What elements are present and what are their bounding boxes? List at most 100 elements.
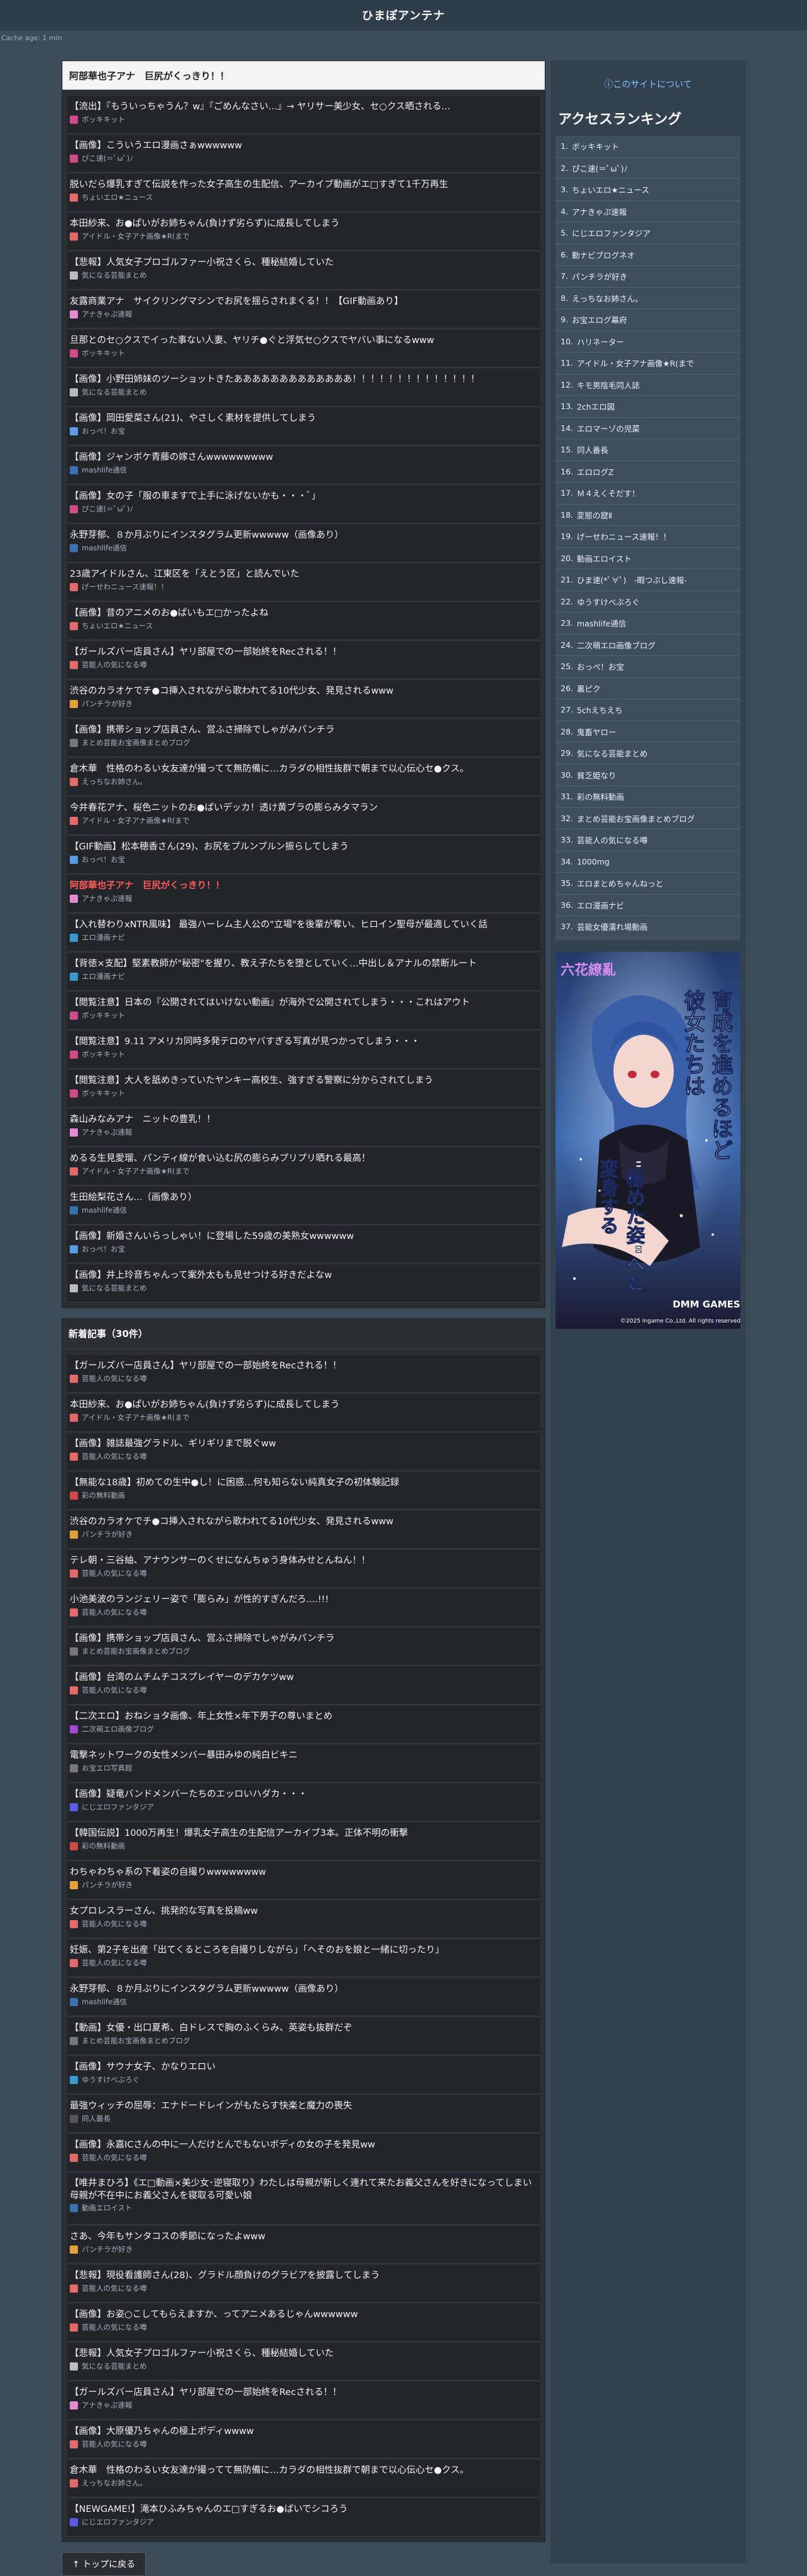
list-item[interactable]: 【背徳×支配】堅素教師が"秘密"を握り、教え子たちを堕としていく…中出し＆アナル… bbox=[67, 953, 540, 991]
source-label[interactable]: mashlife通信 bbox=[82, 464, 127, 476]
article-title[interactable]: 【画像】新婚さんいらっしゃい！に登場した59歳の美熟女wwwwww bbox=[70, 1230, 537, 1243]
source-label[interactable]: ボッキキット bbox=[82, 1010, 125, 1021]
source-label[interactable]: ちょいエロ★ニュース bbox=[82, 192, 153, 203]
article-title[interactable]: テレ朝・三谷紬、アナウンサーのくせになんちゅう身体みせとんねん！！ bbox=[70, 1554, 537, 1568]
source-label[interactable]: ぴこ速(＝ﾟωﾟ)ﾉ bbox=[82, 503, 133, 515]
ranking-item[interactable]: 1. ボッキキット bbox=[556, 136, 740, 158]
source-label[interactable]: パンチラが好き bbox=[82, 2244, 133, 2255]
source-label[interactable]: mashlife通信 bbox=[82, 542, 127, 554]
ranking-item[interactable]: 25. おっぺ！お宝 bbox=[556, 656, 740, 678]
list-item[interactable]: 【画像】疑竜バンドメンバーたちのエッロいハダカ・・・ にじエロファンタジア bbox=[67, 1784, 540, 1821]
source-label[interactable]: ちょいエロ★ニュース bbox=[82, 620, 153, 631]
article-title[interactable]: 【ガールズバー店員さん】ヤリ部屋での一部始終をRecされる！！ bbox=[70, 645, 537, 659]
list-item[interactable]: 【韓国伝説】1000万再生！爆乳女子高生の生配信アーカイブ3本。正体不明の衝撃彩… bbox=[67, 1823, 540, 1860]
article-title[interactable]: わちゃわちゃ系の下着姿の自撮りwwwwwwww bbox=[70, 1865, 537, 1879]
article-title[interactable]: 小池美波のランジェリー姿で「膨らみ」が性的すぎんだろ....!!! bbox=[70, 1593, 537, 1607]
list-item[interactable]: 【GIF動画】松本穂香さん(29)、お尻をプルンプルン振らしてしまう おっぺ！お宝 bbox=[67, 836, 540, 874]
ranking-item[interactable]: 12. キモ男陰毛同人誌 bbox=[556, 374, 740, 396]
article-title[interactable]: 【画像】永嘉ICさんの中に一人だけとんでもないボディの女の子を発見ww bbox=[70, 2138, 537, 2152]
list-item[interactable]: 【画像】携帯ショップ店員さん、営ふさ掃除でしゃがみパンチラ まとめ芸能お宝画像まと… bbox=[67, 1628, 540, 1666]
article-title[interactable]: 【NEWGAME!】滝本ひふみちゃんのエ□すぎるお●ぱいでシコろう bbox=[70, 2502, 537, 2516]
ranking-item[interactable]: 13. 2chエロ図 bbox=[556, 396, 740, 418]
about-link[interactable]: ⓘこのサイトについて bbox=[556, 60, 740, 99]
article-title[interactable]: 脱いだら爆乳すぎて伝説を作った女子高生の生配信、アーカイブ動画がエ□すぎて1千万… bbox=[70, 178, 537, 192]
ranking-item[interactable]: 20. 動画エロイスト bbox=[556, 548, 740, 569]
list-item[interactable]: 【画像】井上玲音ちゃんって案外太もも見せつける好きだよなw 気になる芸能まとめ bbox=[67, 1265, 540, 1302]
source-label[interactable]: 芸能人の気になる噂 bbox=[82, 1684, 147, 1696]
source-label[interactable]: パンチラが好き bbox=[82, 1529, 133, 1540]
article-title[interactable]: 旦那とのセ○クスでイった事ない人妻、ヤリチ●ぐと浮気セ○クスでヤバい事になるww… bbox=[70, 334, 537, 347]
article-title[interactable]: 【唯井まひろ】《エ□動画×美少女･逆寝取り》わたしは母親が新しく連れて来たお義父… bbox=[70, 2177, 537, 2202]
ranking-item[interactable]: 11. アイドル・女子アナ画像★R(まで bbox=[556, 352, 740, 374]
article-title[interactable]: 【背徳×支配】堅素教師が"秘密"を握り、教え子たちを堕としていく…中出し＆アナル… bbox=[70, 957, 537, 971]
list-item[interactable]: 生田絵梨花さん...（画像あり） mashlife通信 bbox=[67, 1187, 540, 1225]
source-label[interactable]: 気になる芸能まとめ bbox=[82, 270, 147, 281]
article-title[interactable]: 【入れ替わりxNTR風味】 最強ハーレム主人公の"立場"を後輩が奪い、ヒロイン聖… bbox=[70, 918, 537, 932]
article-title[interactable]: 倉木華 性格のわるい女友達が撮ってて無防備に…カラダの相性抜群で朝まで以心伝心セ… bbox=[70, 2464, 537, 2477]
list-item[interactable]: 妊娠、第2子を出産「出てくるところを自撮りしながら」「ヘそのおを娘と一緒に切った… bbox=[67, 1940, 540, 1977]
article-title[interactable]: 【閲覧注意】9.11 アメリカ同時多発テロのヤバすぎる写真が見つかってしまう・・… bbox=[70, 1035, 537, 1049]
article-title[interactable]: 【ガールズバー店員さん】ヤリ部屋での一部始終をRecされる！！ bbox=[70, 1359, 537, 1373]
list-item[interactable]: 【ガールズバー店員さん】ヤリ部屋での一部始終をRecされる！！ 芸能人の気になる噂 bbox=[67, 1355, 540, 1393]
article-title[interactable]: 【閲覧注意】日本の『公開されてはいけない動画』が海外で公開されてしまう・・・これ… bbox=[70, 996, 537, 1010]
source-label[interactable]: 芸能人の気になる噂 bbox=[82, 1568, 147, 1579]
source-label[interactable]: まとめ芸能お宝画像まとめブログ bbox=[82, 1645, 190, 1657]
article-title[interactable]: めるる生見愛瑠、パンティ線が食い込む尻の膨らみプリプリ晒れる最高！ bbox=[70, 1152, 537, 1165]
list-item[interactable]: 【閲覧注意】大人を舐めきっていたヤンキー高校生、強すぎる警察に分からされてしまう… bbox=[67, 1070, 540, 1108]
ranking-item[interactable]: 18. 変態の窟Ⅱ bbox=[556, 505, 740, 526]
list-item[interactable]: 【ガールズバー店員さん】ヤリ部屋での一部始終をRecされる！！ 芸能人の気になる噂 bbox=[67, 641, 540, 679]
list-item[interactable]: 永野芽郁、８か月ぶりにインスタグラム更新wwwww（画像あり） mashlife通… bbox=[67, 525, 540, 562]
source-label[interactable]: ボッキキット bbox=[82, 114, 125, 125]
list-item[interactable]: 【唯井まひろ】《エ□動画×美少女･逆寝取り》わたしは母親が新しく連れて来たお義父… bbox=[67, 2173, 540, 2225]
list-item[interactable]: 渋谷のカラオケでチ●コ挿入されながら歌われてる10代少女、発見されるwww パンチ… bbox=[67, 1511, 540, 1549]
list-item[interactable]: 【ガールズバー店員さん】ヤリ部屋での一部始終をRecされる！！ アナきゃぷ速報 bbox=[67, 2382, 540, 2420]
source-label[interactable]: 芸能人の気になる噂 bbox=[82, 2438, 147, 2450]
article-title[interactable]: 【画像】井上玲音ちゃんって案外太もも見せつける好きだよなw bbox=[70, 1269, 537, 1282]
list-item[interactable]: 【画像】雑誌最強グラドル、ギリギリまで脱ぐww 芸能人の気になる噂 bbox=[67, 1433, 540, 1471]
source-label[interactable]: アナきゃぷ速報 bbox=[82, 1127, 132, 1138]
list-item[interactable]: 【画像】岡田愛菜さん(21)、やさしく素材を提供してしまう おっぺ！お宝 bbox=[67, 408, 540, 445]
article-title[interactable]: 妊娠、第2子を出産「出てくるところを自撮りしながら」「ヘそのおを娘と一緒に切った… bbox=[70, 1943, 537, 1957]
ranking-item[interactable]: 10. ハリネーター bbox=[556, 331, 740, 352]
article-title[interactable]: 【韓国伝説】1000万再生！爆乳女子高生の生配信アーカイブ3本。正体不明の衝撃 bbox=[70, 1826, 537, 1840]
article-title[interactable]: 【悲報】現役看護師さん(28)、グラドル顔負けのグラビアを披露してしまう bbox=[70, 2269, 537, 2283]
list-item[interactable]: わちゃわちゃ系の下着姿の自撮りwwwwwwww パンチラが好き bbox=[67, 1862, 540, 1899]
list-item[interactable]: 渋谷のカラオケでチ●コ挿入されながら歌われてる10代少女、発見されるwww パンチ… bbox=[67, 680, 540, 718]
ranking-item[interactable]: 14. エロマーゾの児菜 bbox=[556, 418, 740, 439]
article-title[interactable]: 生田絵梨花さん...（画像あり） bbox=[70, 1191, 537, 1204]
list-item[interactable]: 【画像】女の子「服の車ますで上手に泳げないかも・・・ﾞ」 ぴこ速(＝ﾟωﾟ)ﾉ bbox=[67, 486, 540, 523]
list-item[interactable]: 【無能な18歳】初めての生中●し！に困惑…何も知らない純真女子の初体験記録 彩の無… bbox=[67, 1472, 540, 1510]
article-title[interactable]: 今井春花アナ、桜色ニットのお●ぱいデッカ！透け黄ブラの膨らみタマラン bbox=[70, 801, 537, 815]
ranking-item[interactable]: 37. 芸能女優濡れ場動画 bbox=[556, 916, 740, 938]
article-title[interactable]: 阿部華也子アナ 巨尻がくっきり！！ bbox=[70, 879, 537, 893]
article-title[interactable]: 【画像】小野田姉妹のツーショットきたあああああああああああああ！！！！！！！！！… bbox=[70, 373, 537, 386]
article-title[interactable]: 永野芽郁、８か月ぶりにインスタグラム更新wwwww（画像あり） bbox=[70, 1982, 537, 1996]
ranking-item[interactable]: 8. えっちなお姉さん。 bbox=[556, 288, 740, 309]
ranking-item[interactable]: 16. エロログZ bbox=[556, 461, 740, 483]
source-label[interactable]: ボッキキット bbox=[82, 1049, 125, 1060]
ranking-item[interactable]: 27. 5chえちえち bbox=[556, 699, 740, 721]
ranking-item[interactable]: 6. 動ナビブログネオ bbox=[556, 244, 740, 266]
article-title[interactable]: 【画像】女の子「服の車ますで上手に泳げないかも・・・ﾞ」 bbox=[70, 489, 537, 503]
source-label[interactable]: おっぺ！お宝 bbox=[82, 1243, 125, 1255]
article-title[interactable]: 【悲報】人気女子プロゴルファー小祝さくら、種秘結婚していた bbox=[70, 256, 537, 270]
article-title[interactable]: 【画像】岡田愛菜さん(21)、やさしく素材を提供してしまう bbox=[70, 412, 537, 425]
article-title[interactable]: 【画像】携帯ショップ店員さん、営ふさ掃除でしゃがみパンチラ bbox=[70, 723, 537, 737]
list-item[interactable]: 倉木華 性格のわるい女友達が撮ってて無防備に…カラダの相性抜群で朝まで以心伝心セ… bbox=[67, 758, 540, 796]
source-label[interactable]: ボッキキット bbox=[82, 1088, 125, 1099]
source-label[interactable]: にじエロファンタジア bbox=[82, 1801, 154, 1813]
ranking-item[interactable]: 26. 裏ピク bbox=[556, 678, 740, 699]
source-label[interactable]: mashlife通信 bbox=[82, 1996, 127, 2007]
site-title[interactable]: ひまぽアンテナ bbox=[362, 7, 445, 23]
source-label[interactable]: おっぺ！お宝 bbox=[82, 854, 125, 865]
article-title[interactable]: 【画像】こういうエロ漫画さぁwwwwww bbox=[70, 139, 537, 153]
article-title[interactable]: 【画像】お姿○こしてもらえますか、ってアニメあるじゃんwwwwww bbox=[70, 2308, 537, 2322]
ranking-item[interactable]: 33. 芸能人の気になる噂 bbox=[556, 829, 740, 851]
source-label[interactable]: 芸能人の気になる噂 bbox=[82, 1918, 147, 1929]
source-label[interactable]: 気になる芸能まとめ bbox=[82, 2360, 147, 2372]
list-item[interactable]: 23歳アイドルさん、江東区を「えとう区」と読んでいた げーせわニュース速報！！ bbox=[67, 564, 540, 601]
list-item[interactable]: 【入れ替わりxNTR風味】 最強ハーレム主人公の"立場"を後輩が奪い、ヒロイン聖… bbox=[67, 914, 540, 952]
source-label[interactable]: えっちなお姉さん。 bbox=[82, 776, 147, 787]
source-label[interactable]: 芸能人の気になる噂 bbox=[82, 2322, 147, 2333]
source-label[interactable]: 動画エロイスト bbox=[82, 2202, 132, 2213]
